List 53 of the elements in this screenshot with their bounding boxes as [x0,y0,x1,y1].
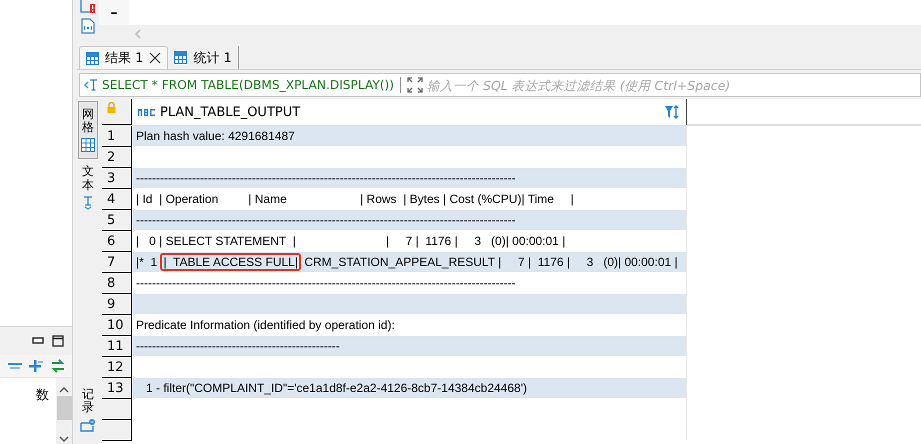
query-text: SELECT * FROM TABLE(DBMS_XPLAN.DISPLAY()) [102,78,394,92]
row-number[interactable]: 8 [102,273,132,294]
table-cell: ----------------------------------------------------------------------------------------------- [132,168,687,189]
result-tab[interactable]: 结果 1 [79,46,168,69]
view-tab[interactable]: 网格 [78,101,98,160]
close-icon[interactable] [149,52,162,64]
sql-text-icon [84,79,98,91]
tree-item[interactable]: 数 [36,388,49,403]
row-number[interactable]: 4 [102,189,132,210]
scroll-up-icon[interactable] [59,386,69,394]
filter-sort-icon[interactable] [664,104,680,120]
view-tab[interactable]: 文本 [78,159,98,216]
table-cell: 1 - filter("COMPLAINT_ID"='ce1a1d8f-e2a2-4126-8cb7-14384cb24468') [132,378,687,399]
row-header[interactable] [102,420,132,441]
editor-text: – [99,0,129,25]
row-number[interactable]: 11 [102,336,132,357]
grid-icon [86,52,99,64]
record-toggle[interactable]: 记录 [78,382,98,438]
row-number[interactable]: 12 [102,357,132,378]
table-cell: Plan hash value: 4291681487 [132,126,687,147]
row-number[interactable]: 13 [102,378,132,399]
scroll-down-icon[interactable] [59,435,69,443]
swap-icon[interactable] [50,359,66,373]
filter-bar[interactable]: SELECT * FROM TABLE(DBMS_XPLAN.DISPLAY()) 输入一个 SQL 表达式来过滤结果 (使用 Ctrl+Space) [79,73,921,97]
filter-field[interactable]: 输入一个 SQL 表达式来过滤结果 (使用 Ctrl+Space) [427,78,920,92]
row-number[interactable]: 3 [102,168,132,189]
column-header[interactable]: PLAN_TABLE_OUTPUT [132,99,687,125]
text-type-icon [138,108,156,116]
lock-icon [107,102,116,113]
error-log-icon[interactable] [80,0,96,14]
row-number[interactable]: 2 [102,147,132,168]
add-icon[interactable] [28,359,44,373]
collapse-icon[interactable] [8,362,22,370]
table-cell: ----------------------------------------------------------------------------------------------- [132,210,687,231]
record-icon [80,418,96,432]
expand-icon[interactable] [407,77,424,93]
row-number[interactable]: 9 [102,294,132,315]
scrollbar-thumb[interactable] [56,396,72,420]
text-icon [82,196,94,210]
row-number[interactable]: 6 [102,231,132,252]
grid-icon [174,51,188,64]
maximize-icon[interactable] [52,335,64,347]
table-cell: --------------------------------------------------- [132,336,687,357]
row-number[interactable]: 7 [102,252,132,273]
variables-icon[interactable] [81,18,95,34]
result-tab[interactable]: 统计 1 [168,46,239,69]
row-header[interactable] [102,399,132,420]
row-number[interactable]: 10 [102,315,132,336]
grid-icon [81,138,95,152]
row-number[interactable]: 1 [102,126,132,147]
table-cell: |* 1 | TABLE ACCESS FULL| CRM_STATION_APPEAL_RESULT | 7 | 1176 | 3 (0)| 00:00:01 | [132,252,687,273]
row-number[interactable]: 5 [102,210,132,231]
minimize-icon[interactable] [32,337,44,345]
